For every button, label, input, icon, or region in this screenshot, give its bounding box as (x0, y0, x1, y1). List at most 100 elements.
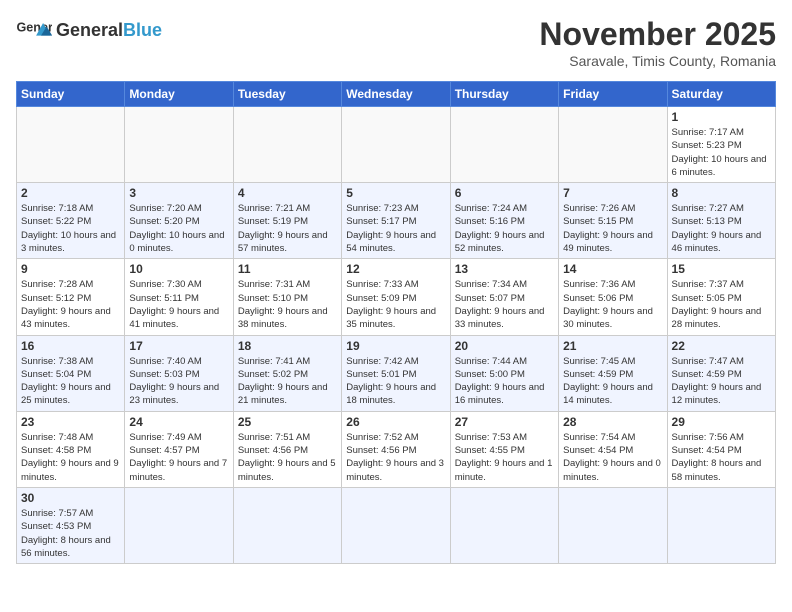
day-number: 20 (455, 339, 554, 353)
calendar-day: 7Sunrise: 7:26 AM Sunset: 5:15 PM Daylig… (559, 183, 667, 259)
calendar-day: 22Sunrise: 7:47 AM Sunset: 4:59 PM Dayli… (667, 335, 775, 411)
calendar-week-row: 16Sunrise: 7:38 AM Sunset: 5:04 PM Dayli… (17, 335, 776, 411)
day-number: 17 (129, 339, 228, 353)
day-number: 13 (455, 262, 554, 276)
logo-general: General (56, 20, 123, 40)
day-info: Sunrise: 7:27 AM Sunset: 5:13 PM Dayligh… (672, 202, 771, 255)
day-header-thursday: Thursday (450, 82, 558, 107)
calendar-week-row: 9 Sunrise: 7:28 AM Sunset: 5:12 PM Daylig… (17, 259, 776, 335)
calendar-day: 18 Sunrise: 7:41 AM Sunset: 5:02 PM Dayli… (233, 335, 341, 411)
day-info: Sunrise: 7:53 AM Sunset: 4:55 PM Dayligh… (455, 431, 554, 484)
day-number: 29 (672, 415, 771, 429)
month-title: November 2025 (539, 16, 776, 53)
day-header-friday: Friday (559, 82, 667, 107)
calendar-day: 30 Sunrise: 7:57 AM Sunset: 4:53 PM Dayli… (17, 487, 125, 563)
day-info: Sunrise: 7:54 AM Sunset: 4:54 PM Dayligh… (563, 431, 662, 484)
day-number: 15 (672, 262, 771, 276)
calendar-table: SundayMondayTuesdayWednesdayThursdayFrid… (16, 81, 776, 564)
day-number: 9 (21, 262, 120, 276)
calendar-day: 4 Sunrise: 7:21 AM Sunset: 5:19 PM Daylig… (233, 183, 341, 259)
title-area: November 2025 Saravale, Timis County, Ro… (539, 16, 776, 69)
day-info: Sunrise: 7:37 AM Sunset: 5:05 PM Dayligh… (672, 278, 771, 331)
calendar-day: 24 Sunrise: 7:49 AM Sunset: 4:57 PM Dayli… (125, 411, 233, 487)
day-info: Sunrise: 7:51 AM Sunset: 4:56 PM Dayligh… (238, 431, 337, 484)
day-info: Sunrise: 7:42 AM Sunset: 5:01 PM Dayligh… (346, 355, 445, 408)
calendar-day (667, 487, 775, 563)
calendar-day (125, 487, 233, 563)
calendar-week-row: 2 Sunrise: 7:18 AM Sunset: 5:22 PM Daylig… (17, 183, 776, 259)
calendar-day: 8 Sunrise: 7:27 AM Sunset: 5:13 PM Daylig… (667, 183, 775, 259)
calendar-day: 13 Sunrise: 7:34 AM Sunset: 5:07 PM Dayli… (450, 259, 558, 335)
calendar-day: 28Sunrise: 7:54 AM Sunset: 4:54 PM Dayli… (559, 411, 667, 487)
day-info: Sunrise: 7:41 AM Sunset: 5:02 PM Dayligh… (238, 355, 337, 408)
day-info: Sunrise: 7:17 AM Sunset: 5:23 PM Dayligh… (672, 126, 771, 179)
calendar-day (233, 487, 341, 563)
calendar-day: 14Sunrise: 7:36 AM Sunset: 5:06 PM Dayli… (559, 259, 667, 335)
day-number: 27 (455, 415, 554, 429)
calendar-day: 10Sunrise: 7:30 AM Sunset: 5:11 PM Dayli… (125, 259, 233, 335)
calendar-day: 16Sunrise: 7:38 AM Sunset: 5:04 PM Dayli… (17, 335, 125, 411)
calendar-day: 2 Sunrise: 7:18 AM Sunset: 5:22 PM Daylig… (17, 183, 125, 259)
day-info: Sunrise: 7:28 AM Sunset: 5:12 PM Dayligh… (21, 278, 120, 331)
calendar-day (559, 107, 667, 183)
day-number: 30 (21, 491, 120, 505)
calendar-day (342, 107, 450, 183)
day-info: Sunrise: 7:24 AM Sunset: 5:16 PM Dayligh… (455, 202, 554, 255)
calendar-day: 20 Sunrise: 7:44 AM Sunset: 5:00 PM Dayli… (450, 335, 558, 411)
calendar-day (450, 487, 558, 563)
day-number: 26 (346, 415, 445, 429)
logo: General GeneralBlue (16, 16, 162, 44)
calendar-day: 1 Sunrise: 7:17 AM Sunset: 5:23 PM Daylig… (667, 107, 775, 183)
calendar-day: 11 Sunrise: 7:31 AM Sunset: 5:10 PM Dayli… (233, 259, 341, 335)
calendar-day: 25 Sunrise: 7:51 AM Sunset: 4:56 PM Dayli… (233, 411, 341, 487)
day-number: 1 (672, 110, 771, 124)
day-number: 6 (455, 186, 554, 200)
day-info: Sunrise: 7:33 AM Sunset: 5:09 PM Dayligh… (346, 278, 445, 331)
day-info: Sunrise: 7:57 AM Sunset: 4:53 PM Dayligh… (21, 507, 120, 560)
calendar-week-row: 1 Sunrise: 7:17 AM Sunset: 5:23 PM Daylig… (17, 107, 776, 183)
page-header: General GeneralBlue November 2025 Sarava… (16, 16, 776, 69)
day-number: 4 (238, 186, 337, 200)
day-info: Sunrise: 7:38 AM Sunset: 5:04 PM Dayligh… (21, 355, 120, 408)
day-number: 10 (129, 262, 228, 276)
calendar-day: 9 Sunrise: 7:28 AM Sunset: 5:12 PM Daylig… (17, 259, 125, 335)
day-header-saturday: Saturday (667, 82, 775, 107)
day-number: 8 (672, 186, 771, 200)
day-number: 2 (21, 186, 120, 200)
day-info: Sunrise: 7:21 AM Sunset: 5:19 PM Dayligh… (238, 202, 337, 255)
day-number: 11 (238, 262, 337, 276)
logo-blue: Blue (123, 20, 162, 40)
day-number: 7 (563, 186, 662, 200)
calendar-day: 26 Sunrise: 7:52 AM Sunset: 4:56 PM Dayli… (342, 411, 450, 487)
day-header-tuesday: Tuesday (233, 82, 341, 107)
day-number: 3 (129, 186, 228, 200)
day-header-monday: Monday (125, 82, 233, 107)
day-info: Sunrise: 7:34 AM Sunset: 5:07 PM Dayligh… (455, 278, 554, 331)
calendar-day (450, 107, 558, 183)
calendar-day: 23Sunrise: 7:48 AM Sunset: 4:58 PM Dayli… (17, 411, 125, 487)
calendar-header-row: SundayMondayTuesdayWednesdayThursdayFrid… (17, 82, 776, 107)
calendar-day (17, 107, 125, 183)
calendar-week-row: 23Sunrise: 7:48 AM Sunset: 4:58 PM Dayli… (17, 411, 776, 487)
day-info: Sunrise: 7:56 AM Sunset: 4:54 PM Dayligh… (672, 431, 771, 484)
day-info: Sunrise: 7:31 AM Sunset: 5:10 PM Dayligh… (238, 278, 337, 331)
day-number: 21 (563, 339, 662, 353)
day-info: Sunrise: 7:36 AM Sunset: 5:06 PM Dayligh… (563, 278, 662, 331)
day-header-wednesday: Wednesday (342, 82, 450, 107)
day-number: 24 (129, 415, 228, 429)
day-info: Sunrise: 7:49 AM Sunset: 4:57 PM Dayligh… (129, 431, 228, 484)
calendar-day: 29 Sunrise: 7:56 AM Sunset: 4:54 PM Dayli… (667, 411, 775, 487)
day-header-sunday: Sunday (17, 82, 125, 107)
calendar-day (125, 107, 233, 183)
day-info: Sunrise: 7:52 AM Sunset: 4:56 PM Dayligh… (346, 431, 445, 484)
calendar-week-row: 30 Sunrise: 7:57 AM Sunset: 4:53 PM Dayli… (17, 487, 776, 563)
day-number: 18 (238, 339, 337, 353)
calendar-day: 5Sunrise: 7:23 AM Sunset: 5:17 PM Daylig… (342, 183, 450, 259)
day-info: Sunrise: 7:18 AM Sunset: 5:22 PM Dayligh… (21, 202, 120, 255)
day-number: 25 (238, 415, 337, 429)
day-info: Sunrise: 7:20 AM Sunset: 5:20 PM Dayligh… (129, 202, 228, 255)
day-info: Sunrise: 7:44 AM Sunset: 5:00 PM Dayligh… (455, 355, 554, 408)
day-number: 19 (346, 339, 445, 353)
calendar-day: 21Sunrise: 7:45 AM Sunset: 4:59 PM Dayli… (559, 335, 667, 411)
location-subtitle: Saravale, Timis County, Romania (539, 53, 776, 69)
